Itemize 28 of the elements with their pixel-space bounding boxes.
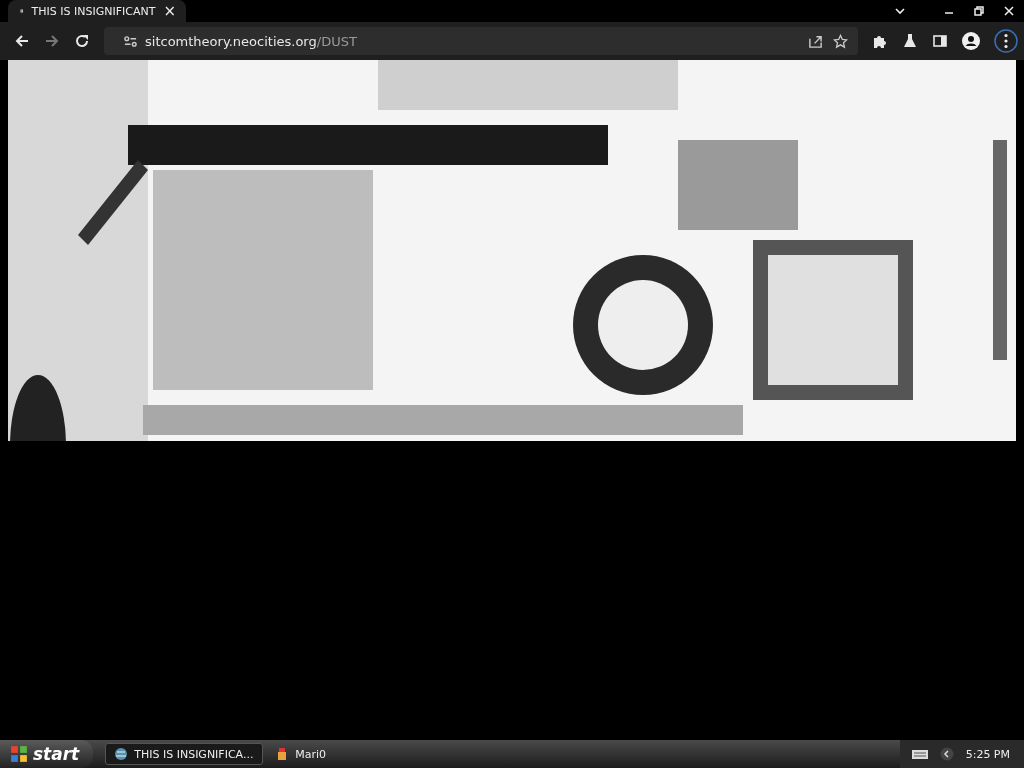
address-bar[interactable]: sitcomtheory.neocities.org/DUST (104, 27, 858, 55)
browser-tab[interactable]: THIS IS INSIGNIFICANT × (8, 0, 186, 22)
url-path: /DUST (316, 33, 357, 49)
keyboard-icon[interactable] (911, 748, 928, 760)
profile-icon[interactable] (962, 32, 980, 50)
share-icon[interactable] (808, 33, 823, 49)
puzzle-icon[interactable] (872, 33, 888, 49)
clock: 5:25 PM (965, 747, 1010, 761)
flask-icon[interactable] (902, 33, 918, 49)
back-icon[interactable] (14, 33, 30, 49)
close-button[interactable]: × (163, 3, 176, 19)
menu-icon[interactable] (994, 29, 1018, 53)
forward-icon[interactable] (44, 33, 60, 49)
restore-icon[interactable] (972, 4, 986, 18)
start-button[interactable]: start (0, 740, 94, 768)
tab-title: THIS IS INSIGNIFICANT (31, 4, 156, 18)
star-icon[interactable] (833, 33, 848, 49)
url-host: sitcomtheory.neocities.org (145, 33, 317, 49)
taskbar-button[interactable]: Mari0 (267, 743, 426, 765)
side-panel-icon[interactable] (932, 33, 948, 49)
globe-icon (114, 747, 129, 761)
chevron-icon[interactable] (894, 5, 906, 17)
taskbar-button[interactable]: THIS IS INSIGNIFICA... (105, 743, 264, 765)
windows-logo-icon (10, 745, 28, 763)
site-info-icon[interactable] (124, 34, 137, 48)
reload-icon[interactable] (74, 33, 90, 49)
close-icon[interactable] (1002, 4, 1016, 18)
chevron-icon[interactable] (939, 747, 954, 761)
